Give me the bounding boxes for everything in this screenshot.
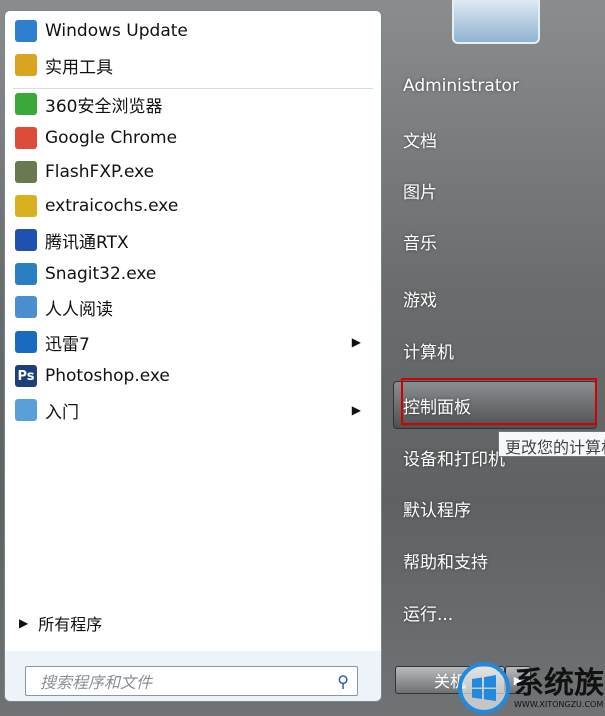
windows-logo-icon: [458, 662, 510, 714]
renren-reader-icon: [15, 296, 37, 318]
all-programs-button[interactable]: ▶ 所有程序: [19, 611, 102, 635]
thunder-icon: [15, 331, 37, 353]
program-item[interactable]: 实用工具: [9, 49, 375, 81]
program-item[interactable]: 迅雷7 ▶: [9, 326, 375, 358]
flashfxp-icon: [15, 161, 37, 183]
right-menu-item[interactable]: 音乐: [403, 229, 437, 254]
rtx-icon: [15, 229, 37, 251]
program-list: Windows Update 实用工具 360安全浏览器 Google Chrome F…: [5, 11, 381, 651]
extraico-icon: [15, 195, 37, 217]
user-picture[interactable]: [452, 0, 540, 44]
submenu-arrow-icon[interactable]: ▶: [352, 403, 361, 417]
program-label: FlashFXP.exe: [45, 162, 155, 182]
right-menu-item[interactable]: 图片: [403, 178, 437, 203]
watermark-logo: 系统族 WWW.XITONGZU.COM: [458, 662, 604, 714]
right-menu-item[interactable]: 游戏: [403, 286, 437, 311]
program-item[interactable]: Ps Photoshop.exe: [9, 360, 375, 392]
search-placeholder: 搜索程序和文件: [40, 673, 153, 692]
submenu-arrow-icon[interactable]: ▶: [352, 335, 361, 349]
search-input[interactable]: 搜索程序和文件 ⚲: [25, 666, 358, 696]
right-menu-item[interactable]: 计算机: [403, 338, 454, 363]
program-item[interactable]: 入门 ▶: [9, 394, 375, 426]
all-programs-label: 所有程序: [38, 615, 103, 634]
snagit-icon: [15, 263, 37, 285]
360-browser-icon: [15, 93, 37, 115]
right-menu-item[interactable]: Administrator: [403, 76, 519, 96]
program-item[interactable]: 人人阅读: [9, 291, 375, 323]
program-label: 实用工具: [45, 57, 113, 78]
program-label: Photoshop.exe: [45, 366, 170, 386]
program-item[interactable]: 腾讯通RTX: [9, 224, 375, 256]
program-item[interactable]: Snagit32.exe: [9, 258, 375, 290]
search-icon[interactable]: ⚲: [337, 672, 349, 691]
program-item[interactable]: Google Chrome: [9, 122, 375, 154]
program-label: 360安全浏览器: [45, 96, 163, 117]
program-item[interactable]: FlashFXP.exe: [9, 156, 375, 188]
right-menu-item[interactable]: 文档: [403, 127, 437, 152]
triangle-right-icon: ▶: [19, 616, 29, 630]
chrome-icon: [15, 127, 37, 149]
windows-update-icon: [15, 20, 37, 42]
annotation-red-box: [401, 378, 597, 425]
tooltip: 更改您的计算机: [498, 431, 605, 457]
getting-started-icon: [15, 399, 37, 421]
program-item[interactable]: Windows Update: [9, 15, 375, 47]
program-item[interactable]: 360安全浏览器: [9, 88, 375, 120]
program-label: 迅雷7: [45, 334, 90, 355]
divider: [13, 88, 373, 89]
program-item[interactable]: extraicochs.exe: [9, 190, 375, 222]
right-menu-item[interactable]: 帮助和支持: [403, 548, 488, 573]
right-menu-item[interactable]: 默认程序: [403, 496, 471, 521]
program-label: Windows Update: [45, 21, 188, 41]
program-label: 人人阅读: [45, 299, 113, 320]
folder-icon: [15, 54, 37, 76]
right-menu-item[interactable]: 设备和打印机: [403, 445, 505, 470]
program-label: Snagit32.exe: [45, 264, 157, 284]
start-menu-left-pane: Windows Update 实用工具 360安全浏览器 Google Chrome F…: [4, 10, 382, 702]
program-label: extraicochs.exe: [45, 196, 179, 216]
program-label: 腾讯通RTX: [45, 232, 129, 253]
program-label: Google Chrome: [45, 128, 178, 148]
program-label: 入门: [45, 402, 79, 423]
photoshop-icon: Ps: [15, 365, 37, 387]
right-menu-item[interactable]: 运行...: [403, 600, 453, 625]
